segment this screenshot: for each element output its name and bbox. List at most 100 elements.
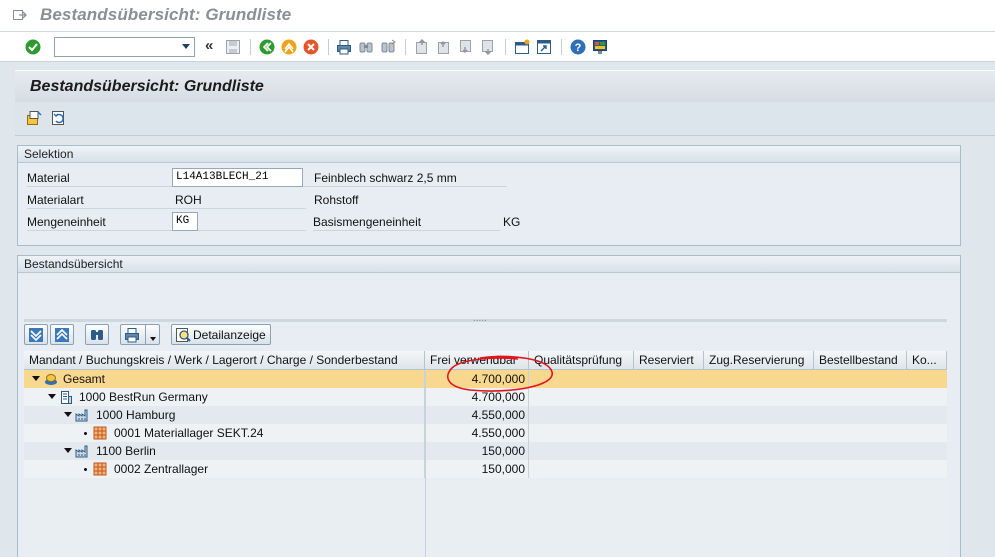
selektion-title: Selektion bbox=[18, 146, 960, 163]
collapse-toolbar-icon[interactable]: « bbox=[205, 37, 213, 54]
find-button[interactable] bbox=[85, 324, 109, 345]
command-field[interactable] bbox=[54, 37, 195, 57]
frei-verwendbar-value: 150,000 bbox=[425, 460, 529, 478]
binoculars-icon bbox=[91, 330, 103, 340]
find-next-icon[interactable] bbox=[380, 39, 396, 55]
tree-row-plant-berlin[interactable]: 1100 Berlin 150,000 bbox=[24, 442, 947, 460]
cancel-icon[interactable] bbox=[303, 39, 319, 55]
row-rest bbox=[529, 424, 947, 442]
tree-row-storage-location[interactable]: 0002 Zentrallager 150,000 bbox=[24, 460, 947, 478]
screen-header: Bestandsübersicht: Grundliste bbox=[15, 70, 995, 102]
find-icon[interactable] bbox=[358, 39, 374, 55]
print-menu-button[interactable] bbox=[120, 324, 160, 345]
window-title: Bestandsübersicht: Grundliste bbox=[40, 5, 292, 24]
material-label: Material bbox=[27, 171, 70, 185]
storage-location-icon bbox=[93, 426, 107, 440]
mengeneinheit-row: Mengeneinheit KG bbox=[27, 212, 306, 231]
application-toolbar bbox=[15, 102, 995, 136]
tree-node-cell: 0001 Materiallager SEKT.24 bbox=[24, 424, 425, 442]
frei-verwendbar-value: 4.550,000 bbox=[425, 424, 529, 442]
leaf-bullet bbox=[84, 468, 87, 471]
client-icon bbox=[45, 374, 57, 385]
materialart-value: ROH bbox=[175, 193, 202, 207]
material-description: Feinblech schwarz 2,5 mm bbox=[314, 171, 457, 185]
tree-node-label: Gesamt bbox=[63, 372, 106, 386]
mengeneinheit-field[interactable]: KG bbox=[172, 212, 198, 231]
leaf-bullet bbox=[84, 432, 87, 435]
column-header-hierarchy[interactable]: Mandant / Buchungskreis / Werk / Lageror… bbox=[24, 351, 425, 370]
print-icon bbox=[125, 328, 139, 343]
select-material-icon[interactable] bbox=[26, 110, 42, 126]
column-header-ko[interactable]: Ko... bbox=[907, 351, 947, 370]
enter-check-icon[interactable] bbox=[25, 39, 41, 55]
save-icon[interactable] bbox=[225, 39, 241, 55]
toolbar-separator bbox=[561, 39, 562, 55]
help-icon[interactable]: ? bbox=[570, 39, 586, 55]
row-rest bbox=[529, 442, 947, 460]
command-input[interactable] bbox=[55, 38, 175, 56]
create-session-icon[interactable] bbox=[514, 39, 530, 55]
collapse-toggle-icon[interactable] bbox=[48, 394, 56, 399]
storage-location-icon bbox=[93, 462, 107, 476]
tree-node-cell: 1000 Hamburg bbox=[24, 406, 425, 424]
previous-page-icon[interactable] bbox=[436, 39, 452, 55]
chevron-down-icon[interactable] bbox=[182, 44, 190, 49]
collapse-toggle-icon[interactable] bbox=[64, 412, 72, 417]
tree-row-storage-location[interactable]: 0001 Materiallager SEKT.24 4.550,000 bbox=[24, 424, 947, 442]
basismengeneinheit-label: Basismengeneinheit bbox=[313, 215, 422, 229]
column-header-zug-reservierung[interactable]: Zug.Reservierung bbox=[704, 351, 814, 370]
basismengeneinheit-value: KG bbox=[503, 215, 521, 229]
tree-node-label: 1000 Hamburg bbox=[96, 408, 176, 422]
tree-row-plant-hamburg[interactable]: 1000 Hamburg 4.550,000 bbox=[24, 406, 947, 424]
next-page-icon[interactable] bbox=[458, 39, 474, 55]
annotation-circle bbox=[447, 355, 553, 392]
column-header-bestellbestand[interactable]: Bestellbestand bbox=[814, 351, 907, 370]
first-page-icon[interactable] bbox=[414, 39, 430, 55]
tree-node-cell: 0002 Zentrallager bbox=[24, 460, 425, 478]
button-divider bbox=[145, 325, 146, 344]
row-rest bbox=[529, 460, 947, 478]
details-icon bbox=[176, 328, 191, 342]
detailanzeige-button[interactable]: Detailanzeige bbox=[171, 324, 271, 345]
page-title: Bestandsübersicht: Grundliste bbox=[30, 78, 264, 95]
collapse-all-button[interactable] bbox=[50, 324, 74, 345]
back-icon[interactable] bbox=[259, 39, 275, 55]
tree-node-label: 1100 Berlin bbox=[96, 444, 156, 458]
shortcut-icon[interactable] bbox=[536, 39, 552, 55]
material-field[interactable]: L14A13BLECH_21 bbox=[172, 168, 303, 187]
frei-verwendbar-value: 150,000 bbox=[425, 442, 529, 460]
expand-all-icon bbox=[29, 328, 43, 342]
expand-all-button[interactable] bbox=[24, 324, 48, 345]
selektion-groupbox: Selektion Material L14A13BLECH_21 Feinbl… bbox=[17, 145, 961, 246]
print-icon[interactable] bbox=[336, 39, 352, 55]
refresh-icon[interactable] bbox=[51, 110, 67, 126]
exit-icon[interactable] bbox=[281, 39, 297, 55]
tree-node-cell: 1100 Berlin bbox=[24, 442, 425, 460]
row-rest bbox=[529, 406, 947, 424]
tree-node-label: 0002 Zentrallager bbox=[114, 462, 209, 476]
customize-layout-icon[interactable] bbox=[592, 39, 608, 55]
column-header-reserviert[interactable]: Reserviert bbox=[634, 351, 704, 370]
materialart-label: Materialart bbox=[27, 193, 84, 207]
frei-verwendbar-value: 4.550,000 bbox=[425, 406, 529, 424]
chevron-down-icon bbox=[150, 337, 156, 341]
splitter-handle[interactable]: ..... bbox=[473, 313, 487, 324]
company-code-icon bbox=[61, 391, 72, 404]
menu-exit-icon[interactable] bbox=[13, 9, 27, 21]
toolbar-separator bbox=[505, 39, 506, 55]
plant-icon bbox=[75, 409, 88, 422]
svg-text:?: ? bbox=[575, 42, 582, 54]
row-rest bbox=[529, 388, 947, 406]
collapse-toggle-icon[interactable] bbox=[32, 376, 40, 381]
row-rest bbox=[529, 370, 947, 388]
toolbar-separator bbox=[405, 39, 406, 55]
collapse-all-icon bbox=[55, 328, 69, 342]
bestandsuebersicht-title: Bestandsübersicht bbox=[18, 256, 960, 273]
materialart-row: Materialart ROH bbox=[27, 190, 306, 209]
last-page-icon[interactable] bbox=[480, 39, 496, 55]
plant-icon bbox=[75, 445, 88, 458]
basismengeneinheit-row: Basismengeneinheit bbox=[313, 212, 500, 231]
tree-node-cell: Gesamt bbox=[24, 370, 425, 388]
materialart-description: Rohstoff bbox=[314, 193, 359, 207]
collapse-toggle-icon[interactable] bbox=[64, 448, 72, 453]
